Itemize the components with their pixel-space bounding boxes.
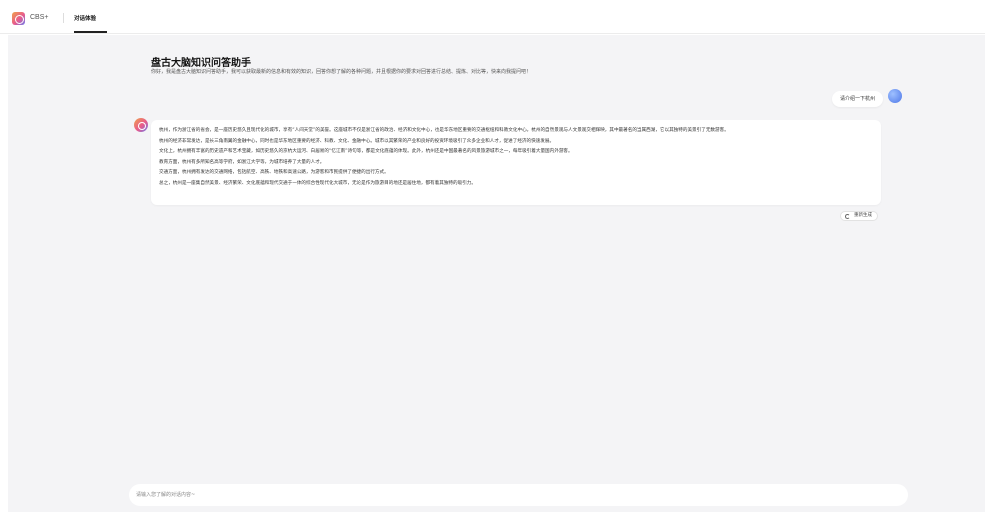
assistant-message-bubble: 杭州，作为浙江省的省会，是一座历史悠久且现代化的城市，享有“人间天堂”的美誉。这… — [151, 120, 881, 205]
user-avatar — [888, 89, 902, 103]
nav-divider — [63, 13, 64, 23]
regenerate-label: 重新生成 — [854, 213, 872, 218]
assistant-intro: 你好，我是盘古大脑知识问答助手，我可以获取最新的信息和有效的知识，回答你想了解的… — [151, 69, 532, 75]
answer-paragraph: 交通方面，杭州拥有发达的交通网络，包括航空、高铁、地铁和高速公路，为游客和市民提… — [159, 170, 389, 175]
tab-chat-experience[interactable]: 对话体验 — [74, 14, 96, 22]
answer-paragraph: 杭州的经济非常发达，是长三角南翼的金融中心，同时也是华东地区重要的经济、科教、文… — [159, 138, 555, 144]
app-name[interactable]: CBS+ — [30, 14, 48, 21]
chat-input[interactable] — [129, 484, 908, 506]
assistant-avatar-icon — [134, 118, 148, 132]
answer-paragraph: 杭州，作为浙江省的省会，是一座历史悠久且现代化的城市，享有“人间天堂”的美誉。这… — [159, 128, 729, 133]
answer-paragraph: 文化上，杭州拥有丰富的历史遗产和艺术宝藏，如历史悠久的京杭大运河、白居易的“忆江… — [159, 149, 573, 154]
refresh-icon — [845, 213, 850, 219]
assistant-title: 盘古大脑知识问答助手 — [151, 58, 251, 69]
active-tab-indicator — [74, 31, 107, 33]
answer-paragraph: 总之，杭州是一座集自然美景、经济繁荣、文化底蕴和现代交通于一体的综合性现代化大城… — [159, 180, 476, 186]
regenerate-button[interactable]: 重新生成 — [840, 211, 878, 221]
cbs-logo-icon[interactable] — [12, 12, 25, 25]
top-nav-bar: CBS+ 对话体验 — [0, 0, 985, 34]
answer-paragraph: 教育方面，杭州有多所知名高等学府，如浙江大学等，为城市培养了大量的人才。 — [159, 159, 325, 165]
user-message-bubble: 请介绍一下杭州 — [831, 91, 883, 107]
